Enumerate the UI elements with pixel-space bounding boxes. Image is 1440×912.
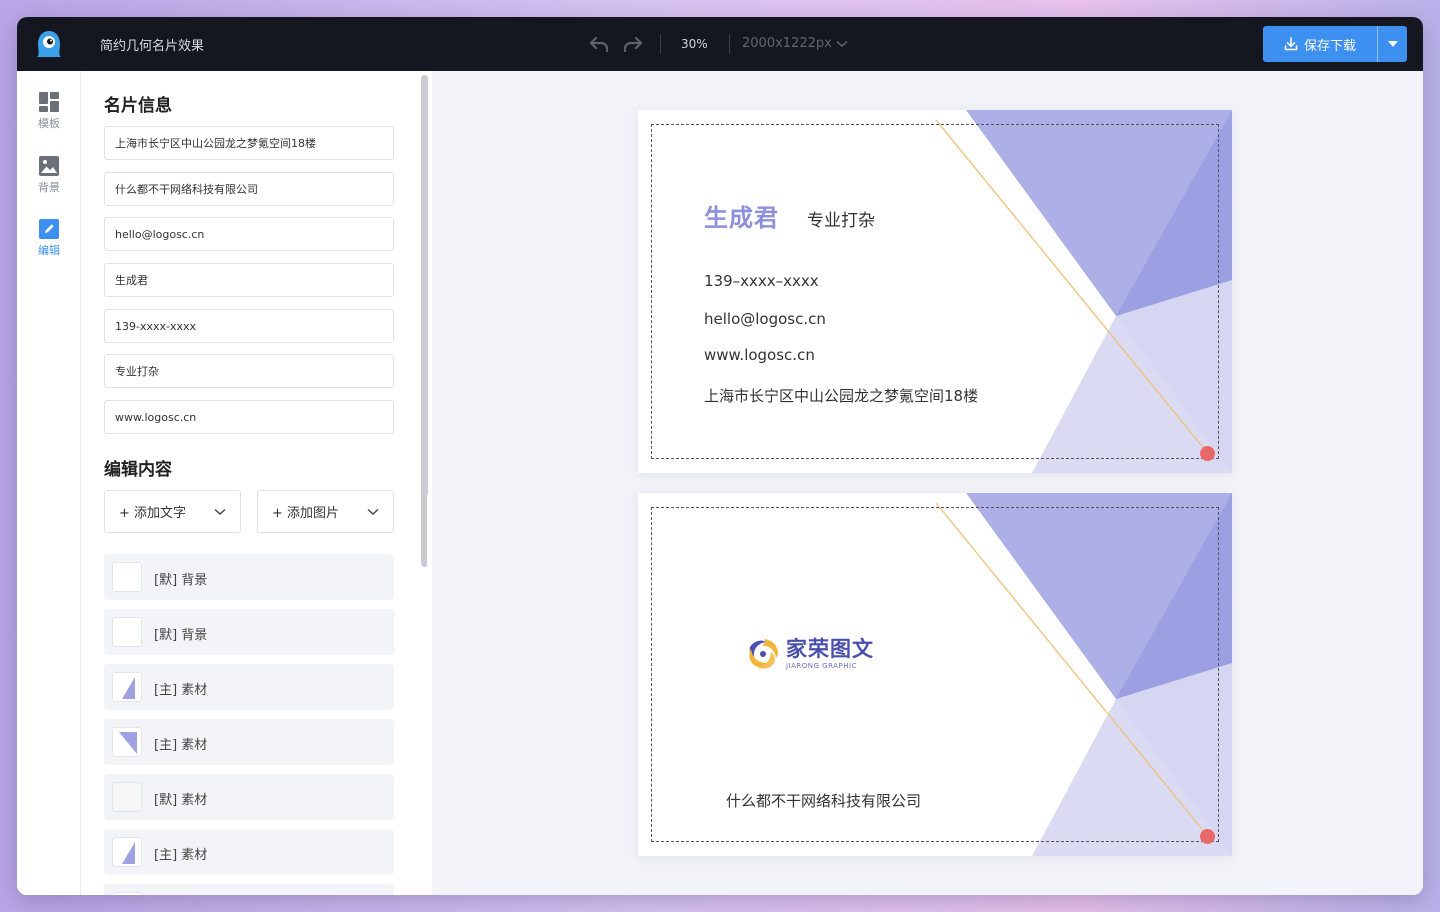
redo-icon[interactable] [622,34,644,54]
layer-item[interactable]: [默] 素材 [104,774,394,820]
layer-item[interactable]: [主] 素材 [104,664,394,710]
layer-thumbnail [112,837,142,867]
card-address[interactable]: 上海市长宁区中山公园龙之梦氪空间18楼 [704,385,978,406]
chevron-down-icon [367,508,379,515]
layer-item[interactable]: [主] 素材 [104,829,394,875]
rail-item-background[interactable]: 背景 [17,155,81,205]
app-window: 简约几何名片效果 30% 2000x1222px 保存下载 模板 背景 编辑 名… [17,17,1423,895]
address-input[interactable] [104,126,394,160]
phone-input[interactable] [104,309,394,343]
add-text-label: + 添加文字 [119,506,187,521]
layer-label: [主] 素材 [154,738,208,753]
grid-icon [39,92,59,112]
layer-label: [默] 背景 [154,573,208,588]
save-options-dropdown[interactable] [1377,26,1407,62]
logo-chinese-name: 家荣图文 [786,637,874,661]
image-icon [39,156,59,176]
chevron-down-icon [214,508,226,515]
layer-thumbnail [112,562,142,592]
rail-item-edit[interactable]: 编辑 [17,218,81,268]
zoom-level[interactable]: 30% [681,37,708,51]
canvas-size-value: 2000x1222px [742,36,832,51]
edit-pencil-icon [39,219,59,239]
card-info-title: 名片信息 [104,96,172,116]
logo-english-name: JIARONG GRAPHIC [786,662,857,670]
app-logo-icon[interactable] [33,28,65,60]
toolbar-divider [729,34,730,54]
layer-thumbnail [112,672,142,702]
document-title[interactable]: 简约几何名片效果 [100,35,204,54]
card-phone[interactable]: 139–xxxx–xxxx [704,272,819,290]
layer-thumbnail [112,782,142,812]
name-input[interactable] [104,263,394,297]
add-image-dropdown[interactable]: + 添加图片 [257,490,394,533]
toolbar-divider [660,34,661,54]
resize-handle[interactable] [1200,446,1215,461]
card-person-name[interactable]: 生成君 [704,198,779,233]
swirl-logo-icon [749,639,778,669]
layer-label: [默] 背景 [154,628,208,643]
panel-scrollbar[interactable] [421,75,428,567]
resize-handle[interactable] [1200,829,1215,844]
canvas-size-select[interactable]: 2000x1222px [742,36,848,51]
website-input[interactable] [104,400,394,434]
layer-thumbnail [112,892,142,895]
card-company-name[interactable]: 什么都不干网络科技有限公司 [726,790,921,811]
edit-content-title: 编辑内容 [104,460,172,480]
rail-label: 模板 [38,117,60,130]
layer-label: [默] 素材 [154,793,208,808]
card-front[interactable]: 生成君 专业打杂 139–xxxx–xxxx hello@logosc.cn w… [638,110,1232,473]
card-job-title[interactable]: 专业打杂 [807,206,875,231]
design-canvas: 生成君 专业打杂 139–xxxx–xxxx hello@logosc.cn w… [432,71,1423,895]
layer-label: [主] 素材 [154,683,208,698]
layer-item[interactable]: [默] 背景 [104,609,394,655]
layer-item[interactable]: [主] 素材 [104,719,394,765]
tool-rail: 模板 背景 编辑 [17,71,81,895]
layer-thumbnail [112,617,142,647]
company-logo[interactable]: 家荣图文 JIARONG GRAPHIC [744,633,886,677]
save-download-button-group: 保存下载 [1263,26,1407,62]
download-icon [1284,37,1298,51]
card-website[interactable]: www.logosc.cn [704,346,815,364]
add-image-label: + 添加图片 [272,506,340,521]
rail-label: 背景 [38,181,60,194]
company-input[interactable] [104,172,394,206]
card-email[interactable]: hello@logosc.cn [704,310,826,328]
chevron-down-icon [836,40,848,47]
layer-thumbnail [112,727,142,757]
caret-down-icon [1387,41,1398,47]
properties-panel: 名片信息 编辑内容 + 添加文字 + 添加图片 [默] 背景 [默 [81,71,432,895]
top-bar: 简约几何名片效果 30% 2000x1222px 保存下载 [17,17,1423,71]
layer-item[interactable]: [默] 背景 [104,554,394,600]
add-text-dropdown[interactable]: + 添加文字 [104,490,241,533]
layer-label: [主] 素材 [154,848,208,863]
job-title-input[interactable] [104,354,394,388]
layer-item[interactable] [104,884,394,895]
save-download-label: 保存下载 [1303,38,1356,54]
geometric-decoration [935,110,1232,473]
card-back[interactable]: 家荣图文 JIARONG GRAPHIC 什么都不干网络科技有限公司 [638,493,1232,856]
save-download-button[interactable]: 保存下载 [1263,26,1377,62]
rail-label: 编辑 [38,244,60,257]
email-input[interactable] [104,217,394,251]
undo-icon[interactable] [588,34,610,54]
rail-item-templates[interactable]: 模板 [17,91,81,141]
